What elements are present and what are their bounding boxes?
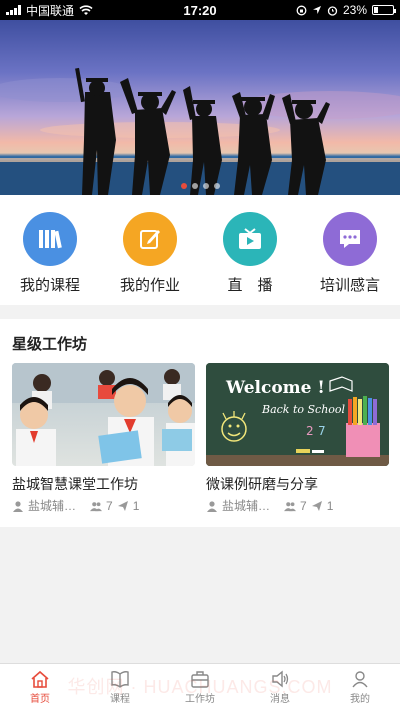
briefcase-icon [191, 671, 209, 688]
carousel-dot[interactable] [202, 183, 209, 189]
members-icon [284, 501, 297, 511]
svg-text:2: 2 [306, 424, 314, 438]
carousel-dot[interactable] [180, 183, 187, 189]
quick-my-courses[interactable]: 我的课程 [5, 212, 95, 305]
send-icon [311, 500, 322, 511]
status-bar: 中国联通 17:20 23% [0, 0, 400, 20]
members-icon [90, 501, 103, 511]
quick-live[interactable]: 直 播 [205, 212, 295, 305]
carousel-dot[interactable] [213, 183, 220, 189]
workshop-card[interactable]: 盐城智慧课堂工作坊 盐城辅… 7 1 [12, 363, 195, 514]
alarm-icon [327, 5, 338, 16]
wifi-icon [79, 4, 93, 15]
post-count: 1 [326, 498, 334, 513]
banner-carousel[interactable] [0, 20, 400, 195]
tab-courses[interactable]: 课程 [80, 664, 160, 711]
user-icon [352, 671, 368, 688]
user-icon [207, 500, 217, 512]
speaker-icon [272, 670, 289, 688]
tv-play-icon [223, 212, 277, 266]
quick-menu: 我的课程 我的作业 直 播 培训感言 [0, 195, 400, 305]
chalkboard-image: Welcome ! Back to School 2 7 [206, 363, 389, 466]
edit-note-icon [123, 212, 177, 266]
send-icon [117, 500, 128, 511]
svg-text:7: 7 [318, 424, 326, 438]
rotation-lock-icon [296, 5, 307, 15]
battery-percent: 23% [342, 3, 367, 17]
user-icon [13, 500, 23, 512]
clock: 17:20 [183, 2, 217, 18]
carrier-label: 中国联通 [26, 3, 75, 18]
tab-label: 课程 [110, 694, 130, 705]
tab-home[interactable]: 首页 [0, 664, 80, 711]
post-count: 1 [132, 498, 140, 513]
tab-label: 工作坊 [185, 694, 215, 705]
quick-my-homework[interactable]: 我的作业 [105, 212, 195, 305]
classroom-photo-image [12, 363, 195, 466]
star-workshop-section: 星级工作坊 盐城智慧课堂工作坊 盐城辅… 7 1 Welcome ! Back … [0, 319, 400, 527]
bottom-tab-bar: 华创网 · HUACHUANGS.COM 首页 课程 工作坊 消息 我的 [0, 663, 400, 711]
tab-workshop[interactable]: 工作坊 [160, 664, 240, 711]
location-icon [312, 6, 321, 14]
workshop-title: 微课例研磨与分享 [206, 476, 318, 492]
tab-label: 首页 [30, 694, 50, 705]
section-title: 星级工作坊 [12, 336, 88, 353]
workshop-title: 盐城智慧课堂工作坊 [12, 476, 138, 492]
workshop-card[interactable]: Welcome ! Back to School 2 7 微课例研磨与分享 盐城… [206, 363, 389, 514]
tab-label: 我的 [350, 694, 370, 705]
home-icon [31, 670, 49, 688]
carousel-dot[interactable] [191, 183, 198, 189]
app-screen: 中国联通 17:20 23% 我的课程 我的作业 直 播 培训感言 星级工作坊 … [0, 0, 400, 711]
quick-label: 培训感言 [319, 277, 380, 294]
workshop-meta: 盐城辅… 7 1 [12, 497, 195, 514]
quick-training-feedback[interactable]: 培训感言 [305, 212, 395, 305]
bookshelf-icon [23, 212, 77, 266]
member-count: 7 [300, 498, 307, 513]
quick-label: 我的课程 [19, 277, 80, 294]
battery-icon [372, 5, 396, 15]
book-icon [111, 671, 129, 688]
workshop-owner: 盐城辅… [222, 499, 271, 513]
chalk-welcome-text: Welcome ! [225, 378, 325, 398]
tab-profile[interactable]: 我的 [320, 664, 400, 711]
quick-label: 我的作业 [119, 277, 180, 294]
workshop-meta: 盐城辅… 7 1 [206, 497, 389, 514]
member-count: 7 [106, 498, 113, 513]
chat-bubble-icon [323, 212, 377, 266]
chalk-school-text: Back to School [261, 403, 346, 416]
workshop-owner: 盐城辅… [28, 499, 77, 513]
signal-icon [6, 5, 21, 15]
tab-messages[interactable]: 消息 [240, 664, 320, 711]
graduation-silhouette-image [0, 67, 400, 195]
tab-label: 消息 [270, 694, 290, 705]
quick-label: 直 播 [227, 277, 273, 294]
carousel-indicator [0, 183, 400, 189]
